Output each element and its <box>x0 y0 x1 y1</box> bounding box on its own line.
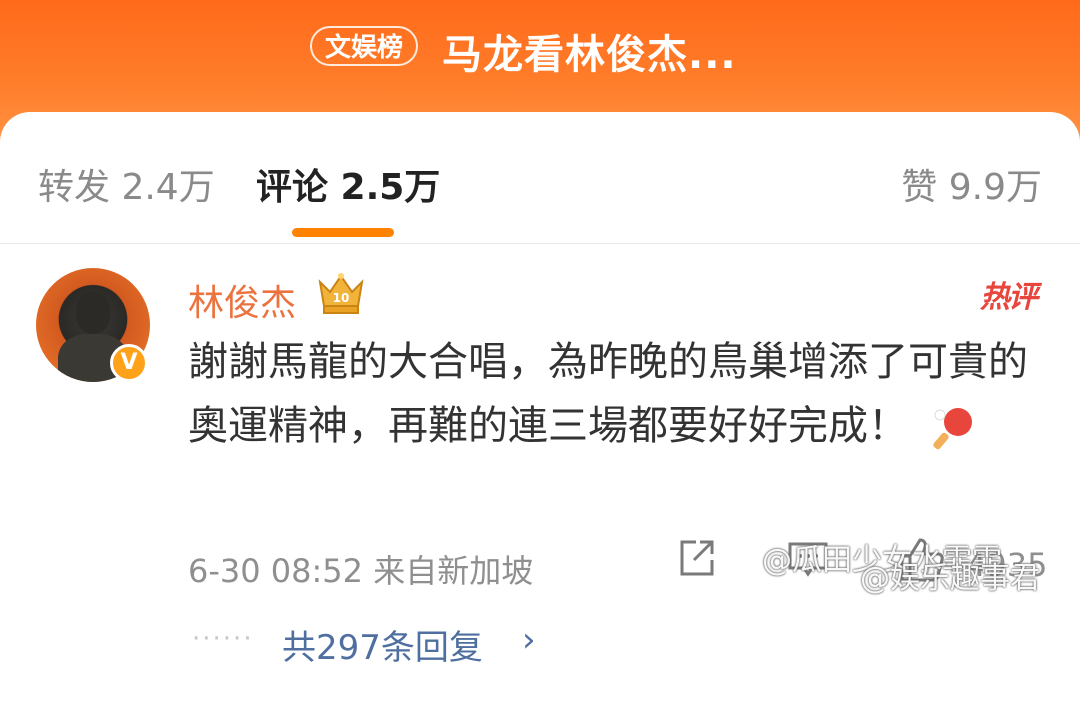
ranking-badge[interactable]: 文娱榜 <box>310 26 418 66</box>
view-replies-link[interactable]: 共297条回复 <box>282 620 483 669</box>
replies-dots: ······ <box>192 624 254 654</box>
tab-bar: 转发 2.4万 评论 2.5万 赞 9.9万 <box>0 112 1080 244</box>
tab-divider <box>0 243 1080 244</box>
chevron-right-icon[interactable]: › <box>522 620 536 660</box>
watermark-line2: @娱乐趣事君 <box>860 561 1040 596</box>
crown-level: 10 <box>333 291 350 305</box>
tab-repost[interactable]: 转发 2.4万 <box>38 158 215 210</box>
avatar-head-shape <box>76 292 110 334</box>
comment-panel: 转发 2.4万 评论 2.5万 赞 9.9万 V 林俊杰 10 热评 謝謝馬龍的… <box>0 112 1080 705</box>
pingpong-icon <box>933 408 972 450</box>
comment-body: 謝謝馬龍的大合唱，為昨晚的鳥巢增添了可貴的奧運精神，再難的連三場都要好好完成！ <box>188 339 1028 449</box>
tab-comment[interactable]: 评论 2.5万 <box>256 158 440 210</box>
topic-title: 马龙看林俊杰... <box>442 32 737 78</box>
comment-username[interactable]: 林俊杰 <box>188 274 296 326</box>
tab-like[interactable]: 赞 9.9万 <box>901 158 1042 210</box>
share-icon[interactable] <box>674 536 718 580</box>
hot-comment-icon: 热评 <box>980 280 1038 315</box>
comment-time-location: 6-30 08:52 来自新加坡 <box>188 552 534 590</box>
active-tab-indicator <box>292 228 394 237</box>
crown-icon[interactable]: 10 <box>314 268 368 318</box>
verified-icon: V <box>110 344 148 382</box>
comment-text: 謝謝馬龍的大合唱，為昨晚的鳥巢增添了可貴的奧運精神，再難的連三場都要好好完成！ <box>188 330 1058 458</box>
